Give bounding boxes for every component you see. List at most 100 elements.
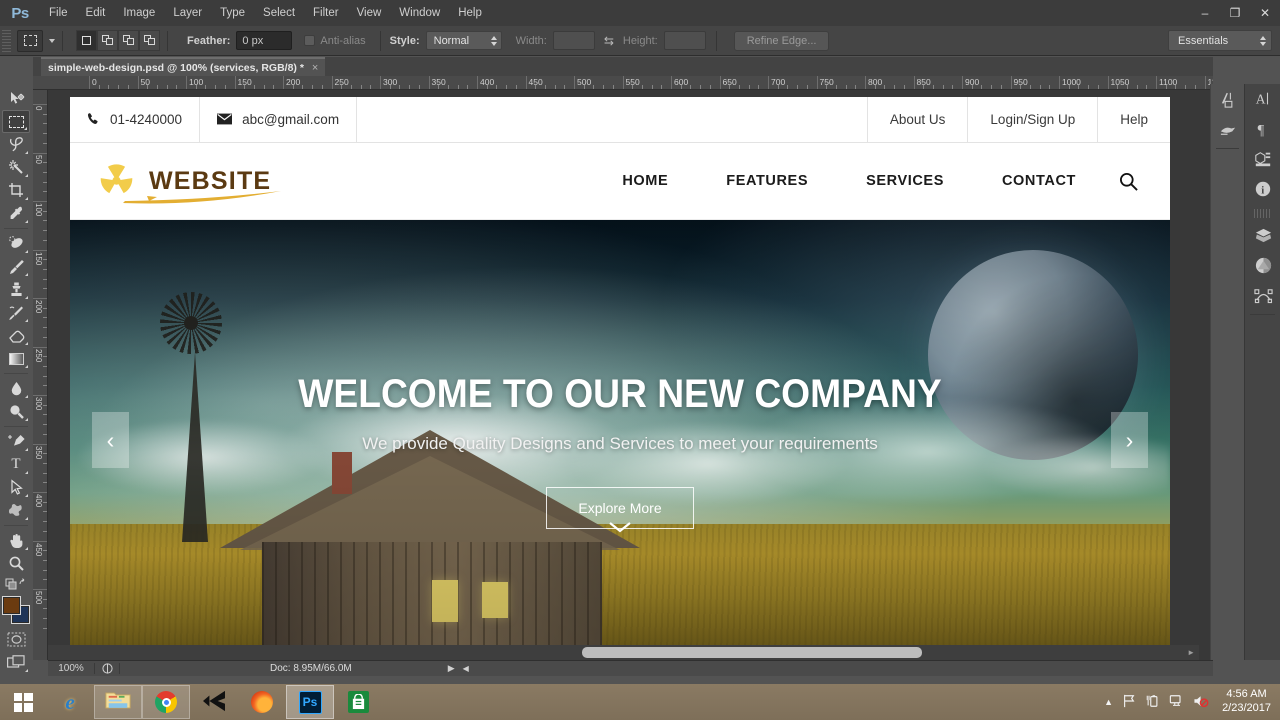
height-input[interactable] — [663, 31, 706, 50]
add-to-selection-button[interactable] — [97, 30, 118, 51]
nav-features[interactable]: FEATURES — [697, 173, 837, 189]
restore-button[interactable]: ❐ — [1220, 0, 1250, 26]
taskbar-microsoft-store[interactable] — [334, 685, 382, 719]
dodge-tool[interactable] — [2, 400, 30, 423]
healing-brush-tool[interactable] — [2, 232, 30, 255]
type-tool[interactable]: T — [2, 453, 30, 476]
site-logo[interactable]: WEBSITE — [95, 160, 281, 203]
network-icon[interactable] — [1169, 694, 1184, 711]
layers-panel-icon[interactable] — [1245, 220, 1280, 250]
clone-stamp-tool[interactable] — [2, 278, 30, 301]
move-tool[interactable] — [2, 87, 30, 110]
foreground-color-swatch[interactable] — [3, 597, 20, 615]
canvas-horizontal-scrollbar[interactable]: ► — [48, 645, 1199, 660]
adjustments-panel-icon[interactable] — [1245, 250, 1280, 280]
volume-muted-icon[interactable] — [1193, 694, 1209, 711]
vertical-ruler[interactable]: 0 50 100 150 200 250 300 350 400 450 500 — [33, 90, 48, 660]
blur-tool[interactable] — [2, 377, 30, 400]
paragraph-panel-icon[interactable]: ¶ — [1245, 114, 1280, 144]
info-panel-icon[interactable]: i — [1245, 174, 1280, 204]
magic-wand-tool[interactable] — [2, 156, 30, 179]
zoom-level[interactable]: 100% — [48, 663, 94, 674]
intersect-selection-button[interactable] — [139, 30, 160, 51]
document-tab[interactable]: simple-web-design.psd @ 100% (services, … — [41, 57, 326, 76]
taskbar-firefox[interactable] — [238, 685, 286, 719]
eyedropper-tool[interactable] — [2, 202, 30, 225]
horizontal-ruler[interactable]: 0 50 100 150 200 250 300 350 400 450 500 550 600 650 7… — [33, 76, 1213, 90]
show-hidden-icons-chevron-up-icon[interactable]: ▲ — [1104, 697, 1113, 707]
hand-tool[interactable] — [2, 529, 30, 552]
custom-shape-tool[interactable] — [2, 499, 30, 522]
workspace-switcher[interactable]: Essentials — [1168, 30, 1272, 51]
taskbar-google-chrome[interactable] — [142, 685, 190, 719]
close-icon[interactable]: × — [312, 62, 318, 74]
hero-next-arrow[interactable]: › — [1111, 412, 1148, 468]
color-swatches[interactable] — [2, 597, 30, 624]
screen-mode-icon[interactable] — [2, 651, 30, 674]
taskbar-file-explorer[interactable] — [94, 685, 142, 719]
gradient-tool[interactable] — [2, 347, 30, 370]
character-panel-icon[interactable]: A — [1245, 84, 1280, 114]
new-selection-button[interactable] — [76, 30, 97, 51]
rectangular-marquee-icon[interactable] — [17, 29, 43, 52]
menu-help[interactable]: Help — [449, 0, 491, 26]
hero-prev-arrow[interactable]: ‹ — [92, 412, 129, 468]
close-button[interactable]: ✕ — [1250, 0, 1280, 26]
path-selection-tool[interactable] — [2, 476, 30, 499]
start-button[interactable] — [0, 684, 46, 720]
width-input[interactable] — [552, 31, 595, 50]
tool-preset-chevron-down-icon[interactable] — [49, 38, 55, 43]
subtract-from-selection-button[interactable] — [118, 30, 139, 51]
topbar-link-login-signup[interactable]: Login/Sign Up — [968, 97, 1099, 142]
nav-contact[interactable]: CONTACT — [973, 173, 1105, 189]
menu-type[interactable]: Type — [211, 0, 254, 26]
document-thumbnail-icon[interactable] — [94, 663, 120, 674]
brush-tool[interactable] — [2, 255, 30, 278]
dock-grip[interactable] — [1254, 209, 1271, 218]
taskbar-photoshop[interactable]: Ps — [286, 685, 334, 719]
zoom-tool[interactable] — [2, 552, 30, 575]
menu-file[interactable]: File — [40, 0, 77, 26]
menu-select[interactable]: Select — [254, 0, 304, 26]
pen-tool[interactable] — [2, 430, 30, 453]
tool-presets-icon[interactable] — [1211, 84, 1245, 114]
menu-edit[interactable]: Edit — [77, 0, 115, 26]
taskbar-internet-explorer[interactable]: e — [46, 685, 94, 719]
topbar-email[interactable]: abc@gmail.com — [200, 97, 358, 142]
lasso-tool[interactable] — [2, 133, 30, 156]
eraser-tool[interactable] — [2, 324, 30, 347]
search-icon[interactable] — [1119, 172, 1138, 191]
minimize-button[interactable]: – — [1190, 0, 1220, 26]
style-select[interactable]: Normal — [425, 31, 502, 50]
brush-presets-icon[interactable] — [1211, 114, 1245, 144]
menu-filter[interactable]: Filter — [304, 0, 348, 26]
battery-icon[interactable] — [1145, 694, 1160, 711]
swap-width-height-icon[interactable]: ⇆ — [604, 34, 614, 48]
menu-window[interactable]: Window — [390, 0, 449, 26]
anti-alias-checkbox[interactable] — [304, 35, 316, 46]
explore-more-button[interactable]: Explore More — [546, 487, 694, 533]
nav-services[interactable]: SERVICES — [837, 173, 973, 189]
taskbar-clock[interactable]: 4:56 AM 2/23/2017 — [1218, 688, 1271, 716]
history-brush-tool[interactable] — [2, 301, 30, 324]
flag-action-center-icon[interactable] — [1122, 694, 1136, 711]
crop-tool[interactable] — [2, 179, 30, 202]
3d-panel-icon[interactable] — [1245, 144, 1280, 174]
quick-mask-mode-icon[interactable] — [2, 628, 30, 651]
menu-image[interactable]: Image — [114, 0, 164, 26]
topbar-link-about-us[interactable]: About Us — [868, 97, 969, 142]
feather-input[interactable]: 0 px — [236, 31, 293, 50]
paths-panel-icon[interactable] — [1245, 280, 1280, 310]
nav-home[interactable]: HOME — [593, 173, 697, 189]
status-play-icon[interactable]: ▶ — [448, 663, 455, 674]
menu-layer[interactable]: Layer — [164, 0, 211, 26]
refine-edge-button[interactable]: Refine Edge... — [733, 30, 830, 51]
topbar-link-help[interactable]: Help — [1098, 97, 1170, 142]
menu-view[interactable]: View — [348, 0, 391, 26]
options-bar-grip[interactable] — [2, 29, 11, 52]
taskbar-unity[interactable] — [190, 685, 238, 719]
topbar-phone[interactable]: 01-4240000 — [70, 97, 201, 142]
status-prev-icon[interactable]: ◀ — [463, 664, 469, 673]
scroll-right-arrow-icon[interactable]: ► — [1187, 648, 1195, 657]
rectangular-marquee-tool[interactable] — [2, 110, 30, 134]
